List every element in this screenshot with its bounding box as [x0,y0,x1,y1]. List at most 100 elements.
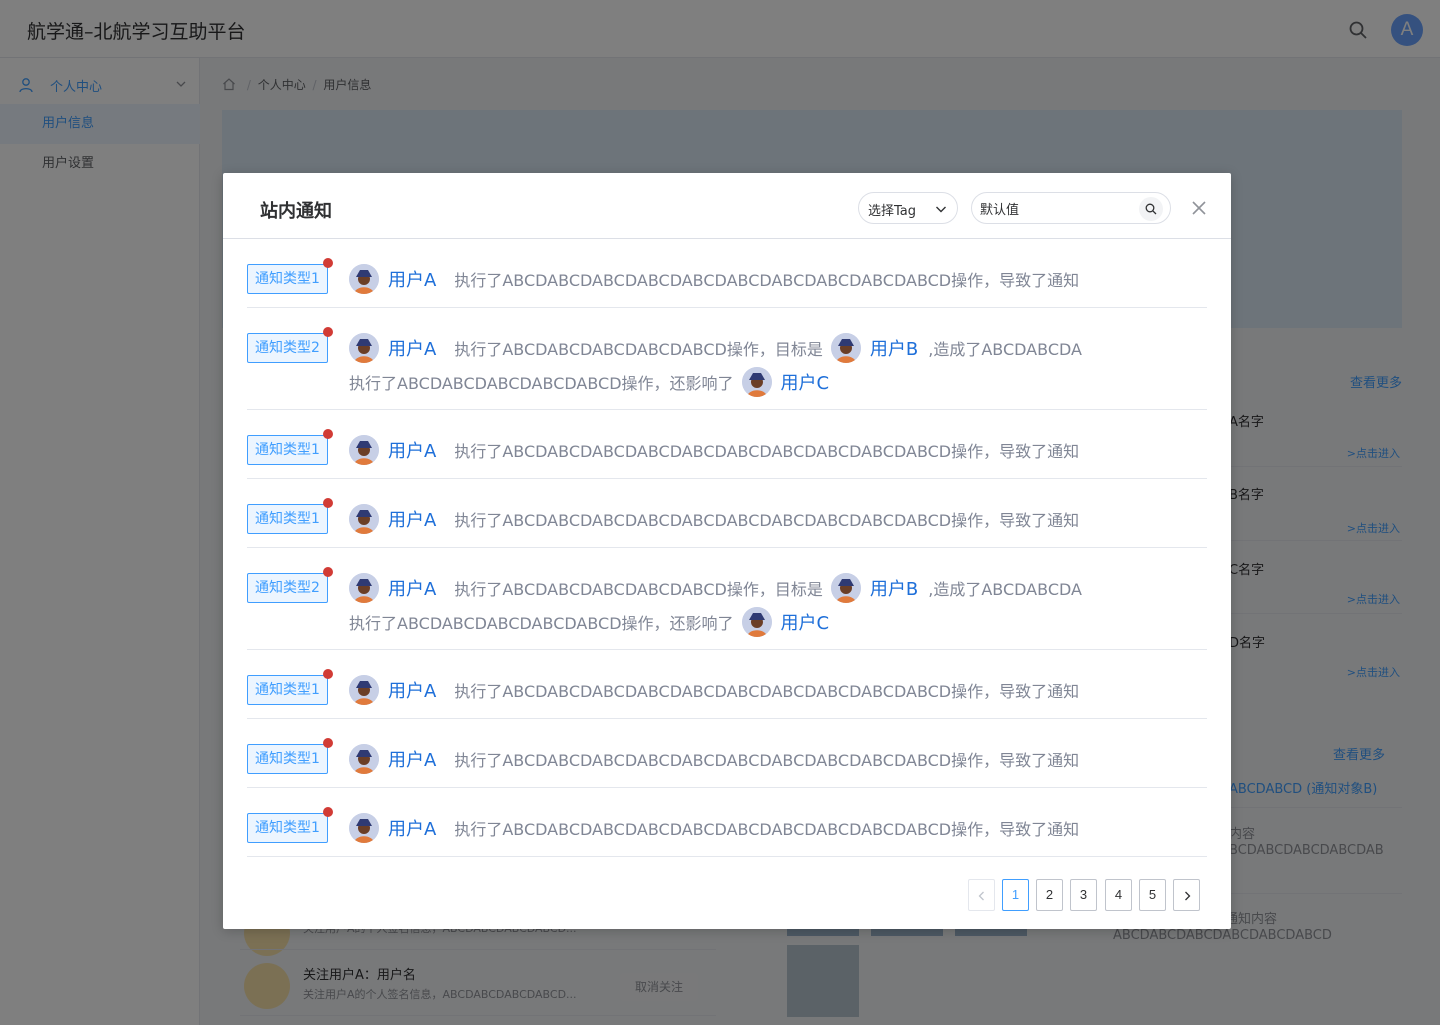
notice-text: 执行了ABCDABCDABCDABCDABCDABCDABCDABCDABCDA… [454,751,1080,770]
user-avatar-image [830,333,861,363]
avatar[interactable] [349,573,379,603]
page-button[interactable]: 2 [1036,879,1063,911]
notice-item[interactable]: 通知类型1 用户A 执行了ABCDABCDABCDABCDABCDABCDABCDA… [247,239,1207,308]
prev-page-button[interactable] [968,879,995,911]
unread-dot [322,327,333,337]
avatar[interactable] [830,573,861,603]
avatar[interactable] [349,435,379,465]
user-link[interactable]: 用户A [388,746,436,772]
notice-item[interactable]: 通知类型1 用户A 执行了ABCDABCDABCDABCDABCDABCDABCDA… [247,788,1207,857]
notice-list: 通知类型1 用户A 执行了ABCDABCDABCDABCDABCDABCDABCDA… [247,239,1207,857]
chevron-left-icon [978,891,984,901]
user-avatar-image [349,744,379,774]
user-link[interactable]: 用户A [388,815,436,841]
notice-type-tag[interactable]: 通知类型1 [247,504,328,534]
notice-type-tag[interactable]: 通知类型1 [247,264,328,294]
notice-item[interactable]: 通知类型1 用户A 执行了ABCDABCDABCDABCDABCDABCDABCDA… [247,650,1207,719]
chevron-right-icon [1185,891,1191,901]
notice-type-tag[interactable]: 通知类型1 [247,435,328,465]
notice-text: ,造成了ABCDABCDA [928,580,1082,599]
notice-item[interactable]: 通知类型1 用户A 执行了ABCDABCDABCDABCDABCDABCDABCDA… [247,719,1207,788]
notice-tag-wrap: 通知类型1 [247,807,333,843]
unread-dot [322,258,333,268]
dialog-title: 站内通知 [260,201,332,222]
notice-text: 执行了ABCDABCDABCDABCDABCDABCDABCDABCDABCDA… [454,271,1080,290]
notice-text: 执行了ABCDABCDABCDABCDABCD操作，目标是 [454,580,823,599]
avatar[interactable] [349,675,379,705]
avatar[interactable] [349,744,379,774]
notice-line: 用户A 执行了ABCDABCDABCDABCDABCDABCDABCDABCDAB… [349,674,1079,706]
notice-line: 执行了ABCDABCDABCDABCDABCD操作，还影响了 用户C [349,366,847,398]
user-link[interactable]: 用户C [781,369,830,395]
unread-dot [322,738,333,748]
user-link[interactable]: 用户A [388,506,436,532]
notice-tag-wrap: 通知类型1 [247,258,333,294]
page-button[interactable]: 4 [1105,879,1132,911]
notice-tag-wrap: 通知类型1 [247,498,333,534]
notice-tag-wrap: 通知类型1 [247,429,333,465]
notice-type-tag[interactable]: 通知类型1 [247,744,328,774]
tag-select-value: 选择Tag [868,204,917,219]
user-avatar-image [830,573,861,603]
page-button[interactable]: 5 [1139,879,1166,911]
unread-dot [322,498,333,508]
user-avatar-image [349,333,379,363]
notification-dialog: 站内通知 选择Tag 通知类型1 用户A 执行了ABCDABCDABCDABCDAB… [223,173,1231,929]
page-button[interactable]: 3 [1070,879,1097,911]
user-avatar-image [741,607,772,637]
user-link[interactable]: 用户A [388,575,436,601]
notice-type-tag[interactable]: 通知类型2 [247,573,328,603]
page-button[interactable]: 1 [1002,879,1029,911]
user-link[interactable]: 用户C [781,609,830,635]
notice-text: 执行了ABCDABCDABCDABCDABCDABCDABCDABCDABCDA… [454,511,1080,530]
user-avatar-image [349,573,379,603]
user-avatar-image [349,675,379,705]
notice-text: 执行了ABCDABCDABCDABCDABCDABCDABCDABCDABCDA… [454,820,1080,839]
notice-type-tag[interactable]: 通知类型1 [247,813,328,843]
avatar[interactable] [349,333,379,363]
close-icon[interactable] [1191,200,1207,216]
notice-tag-wrap: 通知类型2 [247,567,333,603]
avatar[interactable] [741,607,772,637]
unread-dot [322,669,333,679]
user-avatar-image [349,504,379,534]
notice-text: 执行了ABCDABCDABCDABCDABCDABCDABCDABCDABCDA… [454,682,1080,701]
notice-type-tag[interactable]: 通知类型2 [247,333,328,363]
avatar[interactable] [349,813,379,843]
notice-tag-wrap: 通知类型1 [247,738,333,774]
notice-line: 用户A 执行了ABCDABCDABCDABCDABCD操作，目标是 用户B ,造成了A… [349,332,1082,364]
next-page-button[interactable] [1173,879,1200,911]
user-link[interactable]: 用户A [388,335,436,361]
user-link[interactable]: 用户B [870,335,918,361]
notice-line: 用户A 执行了ABCDABCDABCDABCDABCDABCDABCDABCDAB… [349,503,1079,535]
avatar[interactable] [830,333,861,363]
user-avatar-image [349,264,379,294]
search-icon [1145,203,1157,215]
notice-text: ,造成了ABCDABCDA [928,340,1082,359]
notice-item[interactable]: 通知类型1 用户A 执行了ABCDABCDABCDABCDABCDABCDABCDA… [247,410,1207,479]
avatar[interactable] [741,367,772,397]
notice-item[interactable]: 通知类型2 用户A 执行了ABCDABCDABCDABCDABCD操作，目标是 用户B… [247,548,1207,650]
tag-select[interactable]: 选择Tag [858,192,958,224]
notice-text: 执行了ABCDABCDABCDABCDABCD操作，还影响了 [349,374,734,393]
avatar[interactable] [349,264,379,294]
notice-item[interactable]: 通知类型2 用户A 执行了ABCDABCDABCDABCDABCD操作，目标是 用户B… [247,308,1207,410]
notice-type-tag[interactable]: 通知类型1 [247,675,328,705]
avatar[interactable] [349,504,379,534]
user-link[interactable]: 用户A [388,437,436,463]
user-link[interactable]: 用户A [388,677,436,703]
notice-line: 执行了ABCDABCDABCDABCDABCD操作，还影响了 用户C [349,606,847,638]
notice-text: 执行了ABCDABCDABCDABCDABCDABCDABCDABCDABCDA… [454,442,1080,461]
user-link[interactable]: 用户A [388,266,436,292]
user-avatar-image [349,435,379,465]
notice-line: 用户A 执行了ABCDABCDABCDABCDABCDABCDABCDABCDAB… [349,743,1079,775]
search-field [971,192,1171,224]
unread-dot [322,567,333,577]
user-link[interactable]: 用户B [870,575,918,601]
dialog-header: 站内通知 选择Tag [223,173,1231,239]
search-input[interactable] [980,198,1130,218]
search-button[interactable] [1139,197,1163,221]
notice-item[interactable]: 通知类型1 用户A 执行了ABCDABCDABCDABCDABCDABCDABCDA… [247,479,1207,548]
notice-line: 用户A 执行了ABCDABCDABCDABCDABCD操作，目标是 用户B ,造成了A… [349,572,1082,604]
notice-line: 用户A 执行了ABCDABCDABCDABCDABCDABCDABCDABCDAB… [349,812,1079,844]
